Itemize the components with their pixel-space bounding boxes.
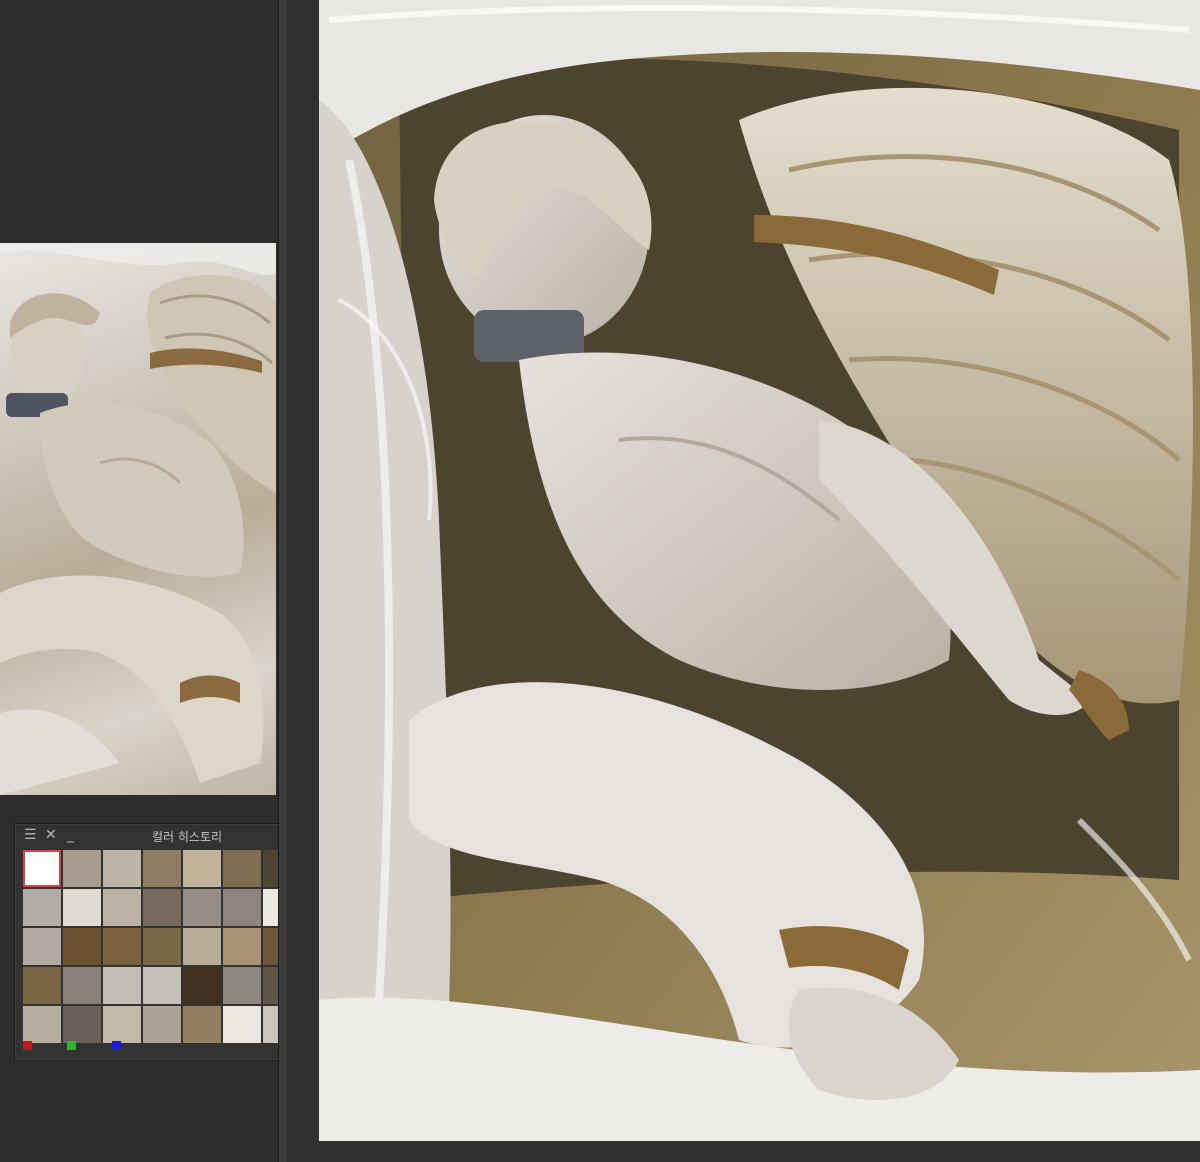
reference-photo bbox=[0, 243, 276, 795]
color-swatch[interactable] bbox=[63, 928, 101, 965]
color-swatch[interactable] bbox=[103, 1006, 141, 1043]
color-swatch[interactable] bbox=[103, 889, 141, 926]
blue-channel-indicator bbox=[112, 1041, 121, 1050]
color-swatch[interactable] bbox=[103, 967, 141, 1004]
color-swatch[interactable] bbox=[143, 889, 181, 926]
color-swatch[interactable] bbox=[23, 967, 61, 1004]
color-swatch[interactable] bbox=[63, 967, 101, 1004]
color-swatch[interactable] bbox=[183, 928, 221, 965]
color-swatch[interactable] bbox=[183, 889, 221, 926]
color-swatch[interactable] bbox=[63, 889, 101, 926]
color-swatch[interactable] bbox=[63, 850, 101, 887]
color-swatch[interactable] bbox=[143, 850, 181, 887]
color-swatch[interactable] bbox=[183, 1006, 221, 1043]
color-swatch[interactable] bbox=[23, 1006, 61, 1043]
color-swatch[interactable] bbox=[143, 1006, 181, 1043]
green-channel-indicator bbox=[67, 1041, 76, 1050]
color-swatch[interactable] bbox=[23, 850, 61, 887]
color-swatch[interactable] bbox=[183, 967, 221, 1004]
reference-panel: ☰ ✕ _ 컬러 히스토리 bbox=[0, 0, 360, 1162]
color-swatch[interactable] bbox=[103, 928, 141, 965]
color-swatch[interactable] bbox=[223, 850, 261, 887]
color-swatch[interactable] bbox=[143, 967, 181, 1004]
color-swatch[interactable] bbox=[183, 850, 221, 887]
red-channel-indicator bbox=[23, 1041, 32, 1050]
color-swatch[interactable] bbox=[223, 889, 261, 926]
color-swatch[interactable] bbox=[103, 850, 141, 887]
color-swatch[interactable] bbox=[223, 928, 261, 965]
color-swatch[interactable] bbox=[23, 889, 61, 926]
painting-canvas[interactable] bbox=[319, 0, 1200, 1141]
color-swatch[interactable] bbox=[63, 1006, 101, 1043]
color-swatch[interactable] bbox=[223, 1006, 261, 1043]
color-swatch[interactable] bbox=[23, 928, 61, 965]
color-swatch[interactable] bbox=[143, 928, 181, 965]
color-swatch[interactable] bbox=[223, 967, 261, 1004]
